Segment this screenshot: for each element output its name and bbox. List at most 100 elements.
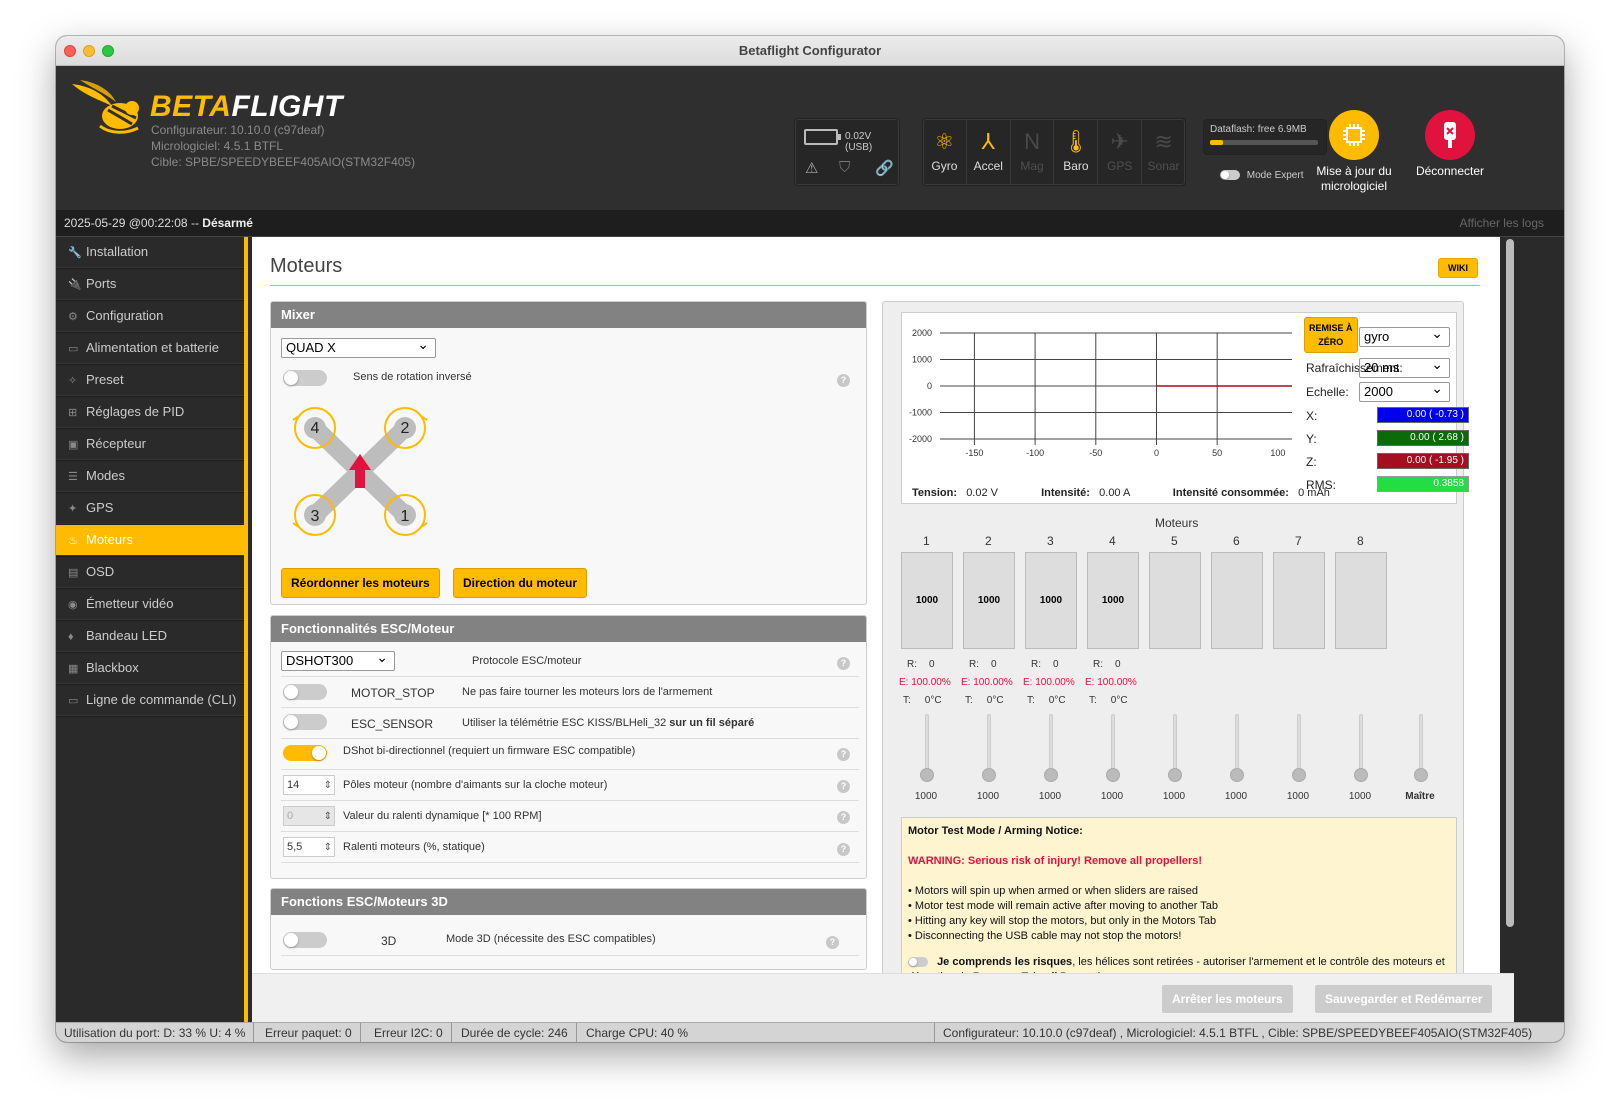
motor-poles-label: Pôles moteur (nombre d'aimants sur la cl…	[343, 779, 608, 791]
sidebar-item-modes[interactable]: ☰ Modes	[56, 461, 244, 493]
footer-actions: Arrêter les moteurs Sauvegarder et Redém…	[252, 973, 1514, 1022]
slider-handle[interactable]	[1230, 768, 1244, 782]
sidebar-item-label: OSD	[86, 564, 115, 579]
motor-direction-button[interactable]: Direction du moteur	[453, 568, 588, 598]
esc-protocol-row: DSHOT300 Protocole ESC/moteur ?	[281, 646, 859, 677]
sensor-mag: N Mag	[1011, 119, 1055, 185]
sidebar-item-label: Ports	[86, 276, 117, 291]
x-tick-label: -100	[1026, 448, 1044, 458]
slider-handle[interactable]	[1354, 768, 1368, 782]
refresh-select[interactable]: 20 ms	[1359, 355, 1450, 378]
firmware-update-button[interactable]: Mise à jour du micrologiciel	[1304, 110, 1404, 194]
sidebar-item-osd[interactable]: ▤ OSD	[56, 557, 244, 589]
dynamic-idle-input[interactable]: 0	[283, 806, 335, 826]
wand-icon: ✧	[68, 375, 78, 387]
notice-line: • Motors will spin up when armed or when…	[908, 885, 1198, 897]
sidebar-item-ligne-de-commande-cli-[interactable]: ▭ Ligne de commande (CLI)	[56, 685, 244, 717]
help-icon[interactable]: ?	[826, 936, 839, 949]
slider-handle[interactable]	[1044, 768, 1058, 782]
expert-mode[interactable]: Mode Expert	[1220, 170, 1303, 181]
sidebar-item-réglages-de-pid[interactable]: ⊞ Réglages de PID	[56, 397, 244, 429]
reorder-motors-button[interactable]: Réordonner les moteurs	[281, 568, 440, 598]
dataflash-bar	[1210, 140, 1318, 145]
mode-3d-row: 3D Mode 3D (nécessite des ESC compatible…	[281, 921, 859, 956]
app-window: Betaflight Configurator BETAFLIGHT Confi…	[56, 36, 1564, 1042]
motor-4-label: 4	[311, 420, 320, 437]
motor-3-label: 3	[311, 508, 320, 525]
sidebar-item-installation[interactable]: 🔧 Installation	[56, 237, 244, 269]
reverse-motors-label: Sens de rotation inversé	[353, 371, 472, 383]
motors-heading: Moteurs	[1155, 516, 1199, 530]
sidebar-item-label: Alimentation et batterie	[86, 340, 219, 355]
close-window-button[interactable]	[64, 45, 76, 57]
help-icon[interactable]: ?	[837, 811, 850, 824]
motor-output-bar	[1149, 552, 1201, 649]
help-icon[interactable]: ?	[837, 843, 850, 856]
sidebar-item-émetteur-vidéo[interactable]: ◉ Émetteur vidéo	[56, 589, 244, 621]
slider-handle[interactable]	[1168, 768, 1182, 782]
stop-motors-button[interactable]: Arrêter les moteurs	[1162, 985, 1293, 1013]
quad-x-diagram: 4 2 3 1	[292, 407, 428, 536]
sidebar-item-label: Ligne de commande (CLI)	[86, 692, 237, 707]
motor-poles-row: 14 Pôles moteur (nombre d'aimants sur la…	[281, 770, 859, 801]
rms-value: 0.3858	[1377, 476, 1469, 492]
esc-sensor-toggle[interactable]	[283, 714, 327, 730]
slider-handle[interactable]	[920, 768, 934, 782]
reverse-motors-toggle[interactable]	[283, 370, 327, 386]
risk-ack-toggle[interactable]	[908, 957, 928, 968]
slider-handle[interactable]	[1106, 768, 1120, 782]
help-icon[interactable]: ?	[837, 748, 850, 761]
mode-3d-toggle[interactable]	[283, 932, 327, 948]
sidebar-item-gps[interactable]: ✦ GPS	[56, 493, 244, 525]
sensor-label: Mag	[1020, 159, 1044, 173]
motor-1-label: 1	[401, 508, 410, 525]
slider-value: 1000	[1162, 791, 1186, 802]
link-icon: 🔗	[875, 160, 894, 177]
motor-telemetry: R: 0 E: 100.00% T: 0°C	[961, 659, 1013, 706]
esc-protocol-select[interactable]: DSHOT300	[281, 648, 395, 671]
minimize-window-button[interactable]	[83, 45, 95, 57]
show-logs-link[interactable]: Afficher les logs	[1460, 210, 1545, 237]
sidebar-item-moteurs[interactable]: ♨ Moteurs	[56, 525, 244, 557]
help-icon[interactable]: ?	[837, 374, 850, 387]
save-reboot-button[interactable]: Sauvegarder et Redémarrer	[1315, 985, 1493, 1013]
motor-telemetry: R: 0 E: 100.00% T: 0°C	[899, 659, 951, 706]
content-scrollbar[interactable]	[1506, 239, 1514, 927]
wiki-button[interactable]: WIKI	[1438, 258, 1478, 278]
motor-idle-input[interactable]: 5,5	[283, 837, 335, 857]
sonar-icon: ≋	[1154, 129, 1173, 154]
slider-handle[interactable]	[1292, 768, 1306, 782]
slider-handle[interactable]	[982, 768, 996, 782]
help-icon[interactable]: ?	[837, 780, 850, 793]
sidebar-item-blackbox[interactable]: ▦ Blackbox	[56, 653, 244, 685]
motor-stop-toggle[interactable]	[283, 684, 327, 700]
mixer-select[interactable]: QUAD X	[281, 335, 436, 358]
led-icon: ♦	[68, 631, 74, 643]
help-icon[interactable]: ?	[837, 657, 850, 670]
expert-mode-toggle[interactable]	[1220, 170, 1240, 181]
disconnect-button[interactable]: Déconnecter	[1400, 110, 1500, 179]
sidebar-item-récepteur[interactable]: ▣ Récepteur	[56, 429, 244, 461]
bottom-status-bar: Utilisation du port: D: 33 % U: 4 % Erre…	[56, 1022, 1564, 1042]
motor-poles-input[interactable]: 14	[283, 775, 335, 795]
maximize-window-button[interactable]	[102, 45, 114, 57]
sidebar-item-label: Modes	[86, 468, 126, 483]
reset-graph-button[interactable]: REMISE À ZÉRO	[1304, 317, 1358, 353]
sensor-sonar: ≋ Sonar	[1142, 119, 1185, 185]
target-info: Cible: SPBE/SPEEDYBEEF405AIO(STM32F405)	[151, 155, 416, 169]
sidebar-item-label: Bandeau LED	[86, 628, 167, 643]
sidebar-item-ports[interactable]: 🔌 Ports	[56, 269, 244, 301]
notice-title: Motor Test Mode / Arming Notice:	[908, 825, 1083, 837]
version-info-bottom: Configurateur: 10.10.0 (c97deaf) , Micro…	[934, 1023, 1540, 1042]
sensor-accel: ⅄ Accel	[967, 119, 1011, 185]
sidebar-item-preset[interactable]: ✧ Preset	[56, 365, 244, 397]
slider-handle[interactable]	[1414, 768, 1428, 782]
graph-source-select[interactable]: gyro	[1359, 324, 1450, 347]
sidebar-item-bandeau-led[interactable]: ♦ Bandeau LED	[56, 621, 244, 653]
sidebar-item-alimentation-et-batterie[interactable]: ▭ Alimentation et batterie	[56, 333, 244, 365]
scale-select[interactable]: 2000	[1359, 379, 1450, 402]
sidebar-item-configuration[interactable]: ⚙ Configuration	[56, 301, 244, 333]
brand-name: BETAFLIGHT	[150, 90, 343, 123]
dshot-bidir-toggle[interactable]	[283, 745, 327, 761]
baro-icon: 🌡	[1061, 129, 1090, 154]
